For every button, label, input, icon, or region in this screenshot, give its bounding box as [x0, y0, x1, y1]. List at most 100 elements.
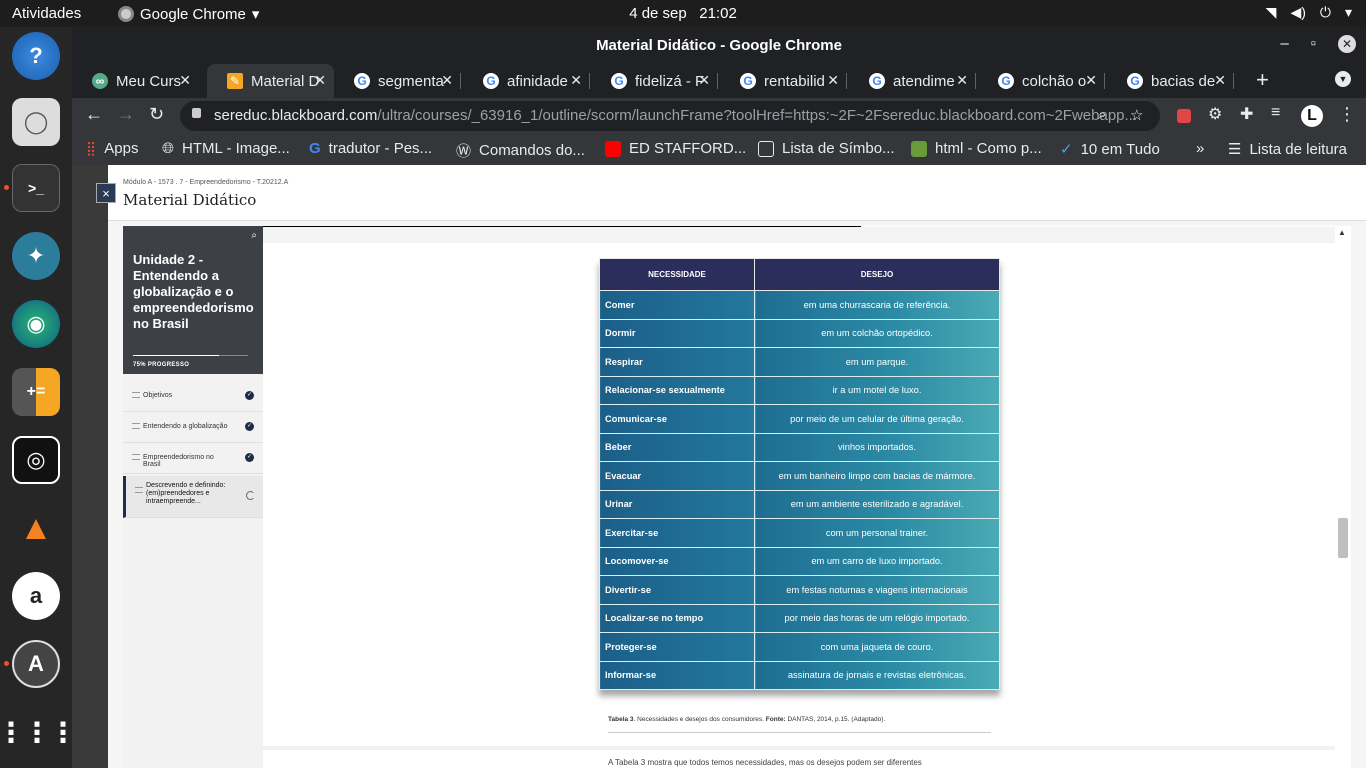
url-domain: sereduc.blackboard.com	[214, 107, 378, 124]
menu-icon[interactable]: ⋮	[1338, 104, 1356, 125]
calculator-icon[interactable]: +=	[12, 368, 60, 416]
dock: ? ◯ >_ ✦ ◉ += ◎ ▲ a A ⋮⋮⋮	[0, 27, 77, 768]
chevron-down-icon: ▾	[251, 6, 260, 23]
tab[interactable]: G bacias de ✕	[1107, 64, 1234, 98]
bookmark-item[interactable]: ✓ 10 em Tudo	[1060, 140, 1160, 159]
terminal-icon[interactable]: >_	[12, 164, 60, 212]
reading-list[interactable]: ☰ Lista de leitura	[1228, 140, 1348, 159]
progress-fill	[133, 355, 220, 356]
tab[interactable]: G segmenta ✕	[334, 64, 461, 98]
scrollbar[interactable]: ▲	[1335, 226, 1351, 768]
bookmark-apps[interactable]: ⣿ Apps	[86, 140, 138, 157]
minimize-icon[interactable]: –	[1280, 35, 1288, 53]
nav-item-globalizacao[interactable]: Entendendo a globalização ✓	[123, 412, 263, 443]
bookmark-label: Lista de Símbo...	[782, 140, 895, 157]
caption-source: DANTAS, 2014, p.15. (Adaptado).	[785, 716, 886, 723]
google-icon: G	[1127, 73, 1143, 89]
forward-icon[interactable]: →	[117, 104, 135, 125]
nav-item-descrevendo[interactable]: Descrevendo e definindo: (em)preendedore…	[123, 476, 263, 518]
software-center-icon[interactable]: A	[12, 640, 60, 688]
address-bar[interactable]: sereduc.blackboard.com/ultra/courses/_63…	[180, 101, 1160, 131]
bookmark-item[interactable]: ED STAFFORD...	[605, 140, 746, 157]
vlc-icon[interactable]: ▲	[12, 504, 60, 552]
help-icon[interactable]: ?	[12, 32, 60, 80]
close-panel-button[interactable]: ×	[96, 183, 116, 203]
close-tab-icon[interactable]: ✕	[441, 72, 453, 89]
chat-app-icon[interactable]: ✦	[12, 232, 60, 280]
close-tab-icon[interactable]: ✕	[570, 72, 582, 89]
table-row: Beber vinhos importados.	[599, 432, 1000, 462]
extension-icon[interactable]: ⚙	[1208, 104, 1222, 124]
desire-cell: ir a um motel de luxo.	[754, 375, 1000, 405]
globe-icon: 🌐︎	[162, 140, 175, 157]
reading-list-label: Lista de leitura	[1249, 140, 1348, 158]
close-tab-icon[interactable]: ✕	[698, 72, 710, 89]
close-tab-icon[interactable]: ✕	[827, 72, 839, 89]
need-cell: Evacuar	[599, 461, 755, 491]
material-panel: Módulo A - 1573 . 7 - Empreendedorismo -…	[108, 165, 1366, 768]
adblock-extension-icon[interactable]	[1177, 109, 1191, 123]
new-tab-icon[interactable]: +	[1256, 67, 1269, 93]
table-row: Locomover-se em um carro de luxo importad…	[599, 546, 1000, 576]
bookmark-item[interactable]: Ⓦ Comandos do...	[456, 140, 585, 161]
need-cell: Locomover-se	[599, 546, 755, 576]
close-tab-icon[interactable]: ✕	[1214, 72, 1226, 89]
tab-active[interactable]: ✎ Material D ✕	[207, 64, 334, 98]
media-control-icon[interactable]: ≡	[1271, 104, 1280, 122]
bookmark-item[interactable]: 🌐︎ HTML - Image...	[162, 140, 290, 157]
app-menu[interactable]: Google Chrome ▾	[118, 5, 259, 23]
maximize-icon[interactable]: ▫	[1311, 35, 1316, 53]
puzzle-icon[interactable]: ✚	[1240, 104, 1253, 124]
tab[interactable]: G fidelizá - F ✕	[591, 64, 718, 98]
stackexchange-icon	[911, 140, 927, 157]
avatar[interactable]: L	[1301, 105, 1323, 127]
nav-item-objetivos[interactable]: Objetivos ✓	[123, 381, 263, 412]
bookmarks-overflow[interactable]: »	[1196, 140, 1204, 157]
zoom-icon[interactable]: ⌕	[1098, 106, 1106, 123]
list-icon	[132, 392, 140, 398]
tab[interactable]: G rentabilid ✕	[720, 64, 847, 98]
activities-button[interactable]: Atividades	[12, 5, 81, 22]
wifi-icon: ◥	[1265, 4, 1277, 20]
close-tab-icon[interactable]: ✕	[956, 72, 968, 89]
desire-cell: em uma churrascaria de referência.	[754, 290, 1000, 320]
table-row: Localizar-se no tempo por meio das horas …	[599, 603, 1000, 633]
reload-icon[interactable]: ↻	[149, 104, 164, 125]
bookmark-label: tradutor - Pes...	[328, 140, 433, 157]
system-tray[interactable]: ◥ ◀) ⏻ ▾	[1266, 4, 1352, 21]
close-window-icon[interactable]: ✕	[1338, 35, 1356, 53]
app-menu-label: Google Chrome	[140, 5, 246, 23]
list-icon	[135, 487, 143, 493]
scroll-up-icon[interactable]: ▲	[1338, 228, 1346, 237]
scrollbar-thumb[interactable]	[1338, 518, 1348, 558]
desire-cell: em um ambiente esterilizado e agradável.	[754, 489, 1000, 519]
desire-cell: em um colchão ortopédico.	[754, 318, 1000, 348]
loading-spinner-icon	[246, 491, 255, 500]
bookmark-item[interactable]: G tradutor - Pes...	[309, 140, 432, 157]
bookmark-item[interactable]: Lista de Símbo...	[758, 140, 895, 157]
nav-item-empreendedorismo[interactable]: Empreendedorismo no Brasil ✓	[123, 443, 263, 474]
google-icon: G	[483, 73, 499, 89]
chrome-icon	[118, 6, 134, 22]
camera-lens-icon[interactable]: ◉	[12, 300, 60, 348]
close-tab-icon[interactable]: ✕	[314, 72, 326, 89]
screenshot-icon[interactable]: ◎	[12, 436, 60, 484]
tab[interactable]: ∞ Meu Curs ✕	[72, 64, 199, 98]
bookmark-star-icon[interactable]: ☆	[1130, 106, 1143, 124]
close-tab-icon[interactable]: ✕	[1085, 72, 1097, 89]
tab[interactable]: G atendime ✕	[849, 64, 976, 98]
bookmark-item[interactable]: html - Como p...	[911, 140, 1042, 157]
tab[interactable]: G colchão o ✕	[978, 64, 1105, 98]
close-tab-icon[interactable]: ✕	[179, 72, 191, 89]
amazon-icon[interactable]: a	[12, 572, 60, 620]
page-viewport: Módulo A - 1573 . 7 - Empreendedorismo -…	[72, 165, 1366, 768]
tab[interactable]: G afinidade ✕	[463, 64, 590, 98]
tab-strip: ∞ Meu Curs ✕ ✎ Material D ✕ G segmenta ✕…	[72, 64, 1366, 98]
back-icon[interactable]: ←	[85, 104, 103, 125]
show-apps-icon[interactable]: ⋮⋮⋮	[0, 708, 77, 756]
image-viewer-icon[interactable]: ◯	[12, 98, 60, 146]
tab-search-icon[interactable]: ▼	[1335, 71, 1351, 87]
need-cell: Divertir-se	[599, 575, 755, 605]
search-icon[interactable]: ⌕	[251, 230, 257, 241]
checkmark-icon: ✓	[1060, 141, 1073, 158]
